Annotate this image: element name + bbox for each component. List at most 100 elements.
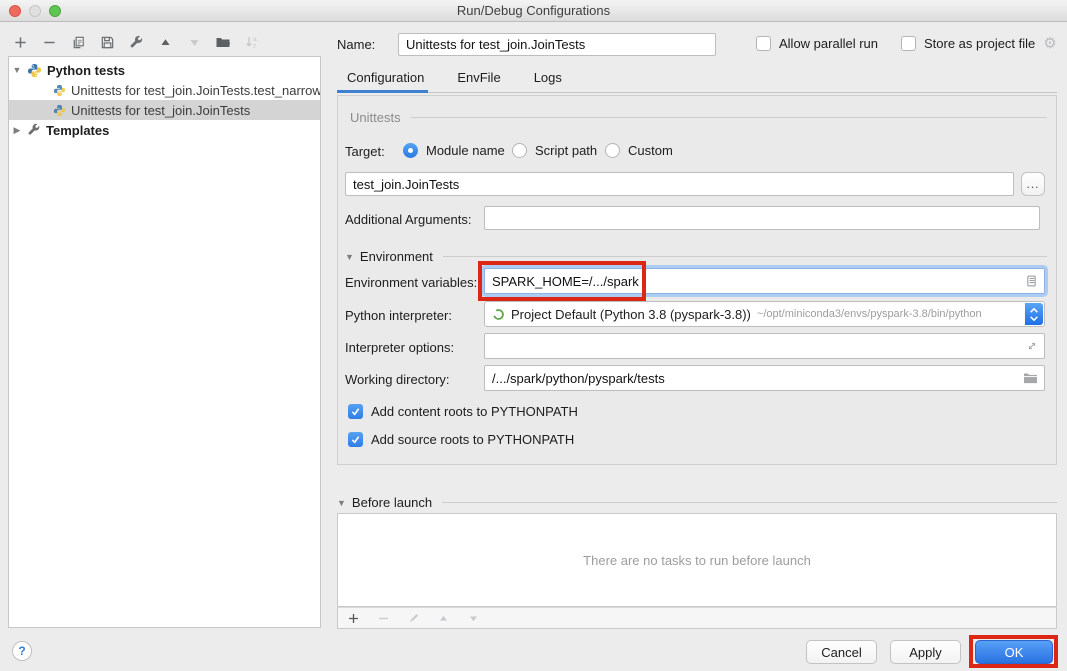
expand-field-icon[interactable] [1026, 340, 1038, 352]
move-task-up-icon [435, 610, 451, 626]
titlebar: Run/Debug Configurations [0, 0, 1067, 22]
chevron-down-icon[interactable]: ▼ [345, 252, 354, 262]
combobox-stepper-icon[interactable] [1025, 303, 1043, 325]
close-window-button[interactable] [9, 5, 21, 17]
create-folder-icon[interactable] [215, 34, 231, 50]
checkbox-box[interactable] [756, 36, 771, 51]
minimize-window-button [29, 5, 41, 17]
tab-logs[interactable]: Logs [534, 70, 562, 91]
environment-variables-input[interactable] [492, 274, 1037, 289]
add-configuration-icon[interactable] [12, 34, 28, 50]
store-as-project-file-label: Store as project file [924, 36, 1035, 51]
wrench-icon [27, 123, 41, 137]
chevron-down-icon[interactable]: ▼ [9, 65, 25, 75]
working-directory-label: Working directory: [345, 372, 450, 387]
store-as-project-file-checkbox[interactable]: Store as project file ⚙ [901, 36, 1057, 51]
tab-envfile[interactable]: EnvFile [457, 70, 500, 91]
legend-rule [443, 256, 1047, 257]
tab-separator [337, 92, 1057, 93]
before-launch-toolbar [337, 607, 1057, 629]
chevron-right-icon[interactable]: ▶ [9, 125, 25, 136]
radio-module-name[interactable]: Module name [403, 143, 505, 158]
tree-item-unittest-narrow[interactable]: Unittests for test_join.JoinTests.test_n… [9, 80, 320, 100]
tree-item-unittest-jointests[interactable]: Unittests for test_join.JoinTests [9, 100, 320, 120]
additional-arguments-input[interactable] [492, 211, 1032, 226]
window-title: Run/Debug Configurations [0, 0, 1067, 21]
python-icon [27, 63, 42, 78]
apply-button[interactable]: Apply [890, 640, 961, 664]
environment-section-header[interactable]: ▼ Environment [345, 249, 1047, 264]
checkbox-box[interactable] [901, 36, 916, 51]
move-up-icon[interactable] [157, 34, 173, 50]
move-down-icon [186, 34, 202, 50]
tree-item-templates[interactable]: ▶ Templates [9, 120, 320, 140]
unittests-group-legend: Unittests [350, 110, 1047, 125]
working-directory-input[interactable] [492, 371, 1037, 386]
ok-button[interactable]: OK [975, 640, 1053, 664]
target-label: Target: [345, 144, 385, 159]
radio-module-name-label: Module name [426, 143, 505, 158]
python-interpreter-path: ~/opt/miniconda3/envs/pyspark-3.8/bin/py… [757, 308, 982, 320]
chevron-down-icon[interactable]: ▼ [337, 498, 346, 508]
before-launch-task-list: There are no tasks to run before launch [337, 513, 1057, 607]
add-source-roots-checkbox[interactable]: Add source roots to PYTHONPATH [348, 432, 574, 447]
edit-task-pencil-icon [405, 610, 421, 626]
target-field[interactable] [345, 172, 1014, 196]
python-interpreter-combobox[interactable]: Project Default (Python 3.8 (pyspark-3.8… [484, 301, 1045, 327]
edit-templates-wrench-icon[interactable] [128, 34, 144, 50]
legend-rule [442, 502, 1057, 503]
target-input[interactable] [353, 177, 1006, 192]
allow-parallel-run-checkbox[interactable]: Allow parallel run [756, 36, 878, 51]
interpreter-options-input[interactable] [492, 339, 1037, 354]
additional-arguments-label: Additional Arguments: [345, 212, 471, 227]
checkbox-checked[interactable] [348, 404, 363, 419]
configurations-tree: ▼ Python tests Unittests for test_join.J… [8, 56, 321, 628]
svg-text:z: z [253, 43, 256, 50]
tree-item-label: Python tests [47, 63, 125, 78]
tree-item-python-tests[interactable]: ▼ Python tests [9, 60, 320, 80]
before-launch-section-header[interactable]: ▼ Before launch [337, 495, 1057, 510]
remove-configuration-icon[interactable] [41, 34, 57, 50]
active-tab-underline [337, 90, 428, 93]
tree-item-label: Templates [46, 123, 109, 138]
before-launch-empty-text: There are no tasks to run before launch [338, 514, 1056, 606]
radio-unselected[interactable] [605, 143, 620, 158]
add-content-roots-checkbox[interactable]: Add content roots to PYTHONPATH [348, 404, 578, 419]
name-field[interactable] [398, 33, 716, 56]
checkbox-checked[interactable] [348, 432, 363, 447]
tab-configuration[interactable]: Configuration [347, 70, 424, 91]
zoom-window-button[interactable] [49, 5, 61, 17]
browse-folder-icon[interactable] [1023, 372, 1038, 385]
name-label: Name: [337, 37, 375, 52]
add-content-roots-label: Add content roots to PYTHONPATH [371, 404, 578, 419]
python-icon [53, 84, 66, 97]
environment-variables-field[interactable] [484, 268, 1045, 294]
radio-custom[interactable]: Custom [605, 143, 673, 158]
gear-icon: ⚙ [1043, 36, 1056, 51]
tree-item-label: Unittests for test_join.JoinTests [71, 103, 250, 118]
save-configuration-icon[interactable] [99, 34, 115, 50]
additional-arguments-field[interactable] [484, 206, 1040, 230]
run-debug-configurations-dialog: Run/Debug Configurations az ▼ Python tes [0, 0, 1067, 671]
move-task-down-icon [465, 610, 481, 626]
cancel-button[interactable]: Cancel [806, 640, 877, 664]
python-icon [53, 104, 66, 117]
tree-item-label: Unittests for test_join.JoinTests.test_n… [71, 83, 320, 98]
interpreter-options-label: Interpreter options: [345, 340, 454, 355]
help-button[interactable]: ? [12, 641, 32, 661]
sort-configurations-icon: az [244, 34, 260, 50]
add-task-icon[interactable] [345, 610, 361, 626]
unittests-group-title: Unittests [350, 110, 401, 125]
interpreter-options-field[interactable] [484, 333, 1045, 359]
edit-env-vars-icon[interactable] [1025, 274, 1038, 288]
browse-target-button[interactable]: ... [1021, 172, 1045, 196]
radio-unselected[interactable] [512, 143, 527, 158]
name-input[interactable] [406, 37, 708, 52]
working-directory-field[interactable] [484, 365, 1045, 391]
radio-selected[interactable] [403, 143, 418, 158]
python-interpreter-label: Python interpreter: [345, 308, 452, 323]
copy-configuration-icon[interactable] [70, 34, 86, 50]
legend-rule [411, 117, 1047, 118]
add-source-roots-label: Add source roots to PYTHONPATH [371, 432, 574, 447]
radio-script-path[interactable]: Script path [512, 143, 597, 158]
